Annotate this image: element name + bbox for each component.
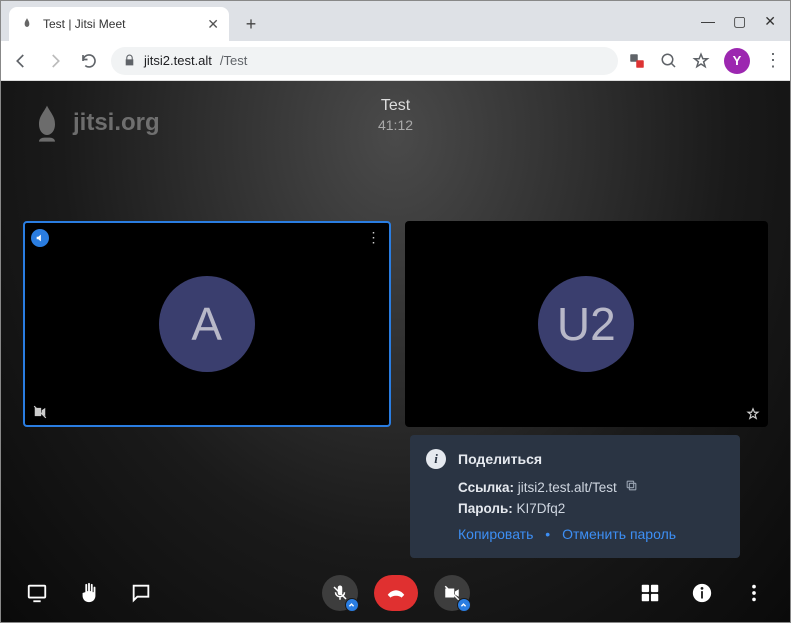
browser-menu-icon[interactable]: ⋮ [764,50,782,71]
share-password-value: KI7Dfq2 [517,501,566,516]
browser-tab[interactable]: Test | Jitsi Meet ✕ [9,7,229,41]
close-window-icon[interactable]: ✕ [764,13,776,30]
reload-button[interactable] [77,49,101,73]
zoom-icon[interactable] [660,52,678,70]
participant-avatar: U2 [538,276,634,372]
screen-share-button[interactable] [19,575,55,611]
hangup-button[interactable] [374,575,418,611]
conference-header: Test 41:12 [378,97,413,133]
tab-close-icon[interactable]: ✕ [207,16,219,33]
info-circle-icon: i [426,449,446,469]
share-title: Поделиться [458,451,542,467]
conference-name: Test [378,97,413,115]
mic-mute-button[interactable] [322,575,358,611]
chat-button[interactable] [123,575,159,611]
copy-link-icon[interactable] [625,479,638,492]
tab-title: Test | Jitsi Meet [43,17,199,31]
video-tiles: ⋮ A U2 [23,221,768,427]
info-button[interactable] [684,575,720,611]
browser-toolbar: jitsi2.test.alt/Test Y ⋮ [1,41,790,81]
raise-hand-button[interactable] [71,575,107,611]
translate-icon[interactable] [628,52,646,70]
participant-tile[interactable]: ⋮ A [23,221,391,427]
lock-icon [123,54,136,67]
url-host: jitsi2.test.alt [144,53,212,68]
jitsi-conference: jitsi.org Test 41:12 ⋮ A U2 i Поделиться [1,81,790,622]
dominant-speaker-icon [31,229,49,247]
cancel-password-button[interactable]: Отменить пароль [562,526,676,542]
conference-timer: 41:12 [378,117,413,133]
tile-menu-icon[interactable]: ⋮ [367,229,381,246]
back-button[interactable] [9,49,33,73]
browser-tab-strip: Test | Jitsi Meet ✕ + — ▢ ✕ [1,1,790,41]
share-password-row: Пароль: KI7Dfq2 [458,501,724,516]
participant-avatar: A [159,276,255,372]
minimize-icon[interactable]: — [701,13,715,29]
camera-mute-button[interactable] [434,575,470,611]
url-path: /Test [220,53,247,68]
pin-star-icon[interactable] [746,407,760,421]
copy-button[interactable]: Копировать [458,526,533,542]
jitsi-favicon-icon [19,16,35,32]
chevron-up-icon[interactable] [345,598,359,612]
window-controls: — ▢ ✕ [701,1,790,41]
participant-tile[interactable]: U2 [405,221,769,427]
video-muted-icon [33,405,47,419]
jitsi-watermark: jitsi.org [31,103,160,143]
bookmark-star-icon[interactable] [692,52,710,70]
tile-view-button[interactable] [632,575,668,611]
chevron-up-icon[interactable] [457,598,471,612]
maximize-icon[interactable]: ▢ [733,13,746,30]
toolbox [1,564,790,622]
share-link-value: jitsi2.test.alt/Test [518,480,617,495]
address-bar[interactable]: jitsi2.test.alt/Test [111,47,618,75]
profile-avatar[interactable]: Y [724,48,750,74]
share-link-row: Ссылка: jitsi2.test.alt/Test [458,479,724,495]
new-tab-button[interactable]: + [237,10,265,38]
share-popup: i Поделиться Ссылка: jitsi2.test.alt/Tes… [410,435,740,558]
forward-button[interactable] [43,49,67,73]
more-actions-button[interactable] [736,575,772,611]
